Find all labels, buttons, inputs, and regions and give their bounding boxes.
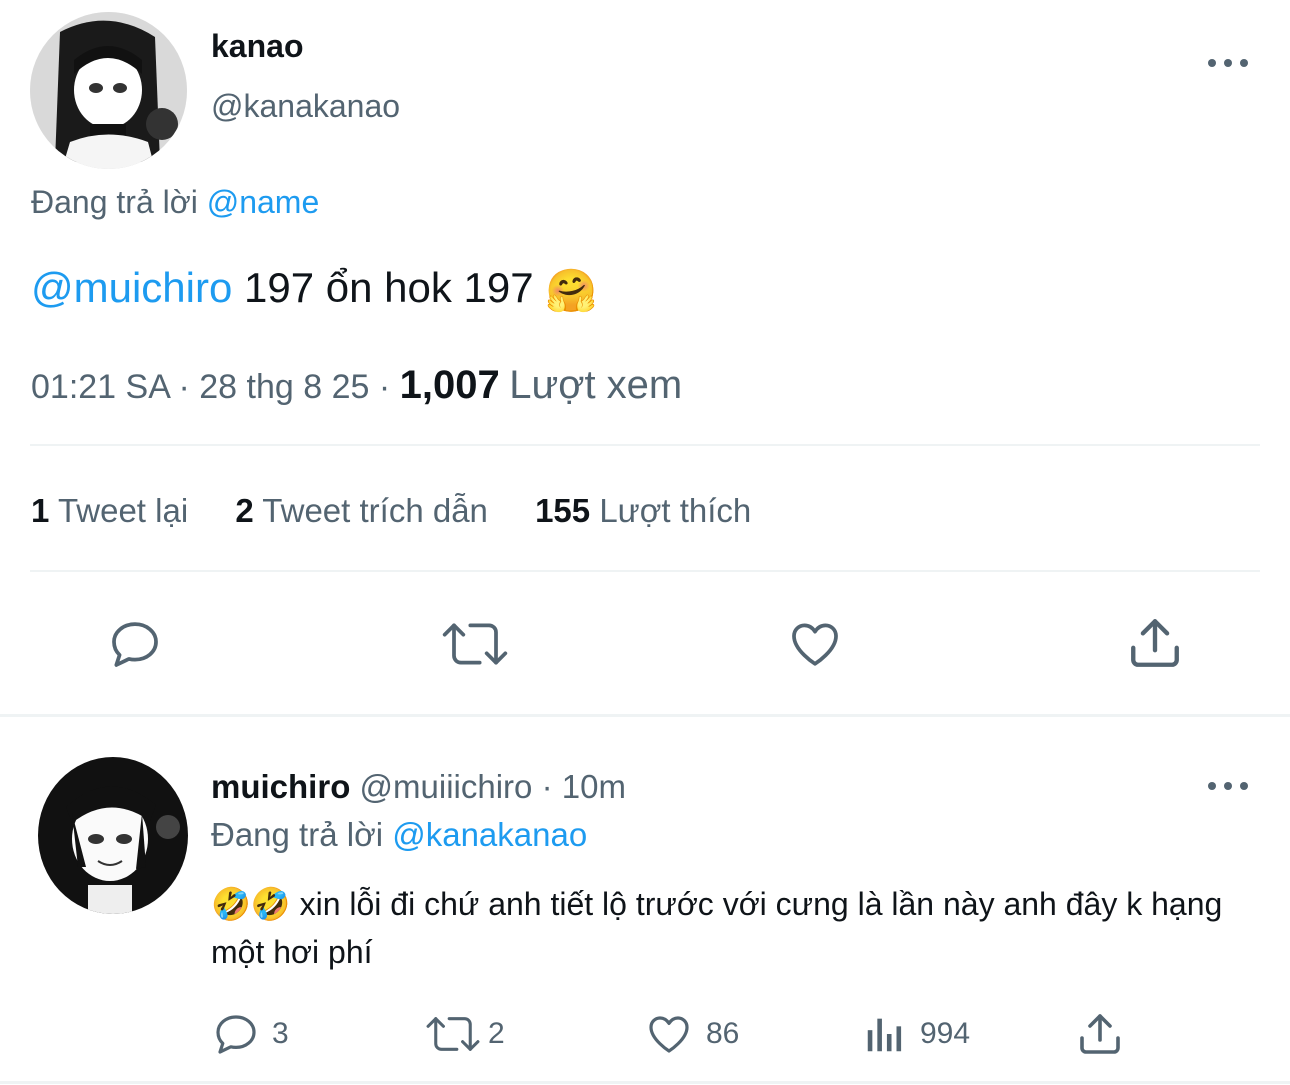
reply-time[interactable]: 10m bbox=[562, 768, 626, 805]
like-icon bbox=[649, 1016, 689, 1053]
bottom-divider bbox=[0, 1081, 1290, 1084]
replying-to-link[interactable]: @name bbox=[207, 184, 320, 220]
replying-prefix: Đang trả lời bbox=[31, 184, 198, 220]
tweet-text: @muichiro 197 ổn hok 197 🤗 bbox=[31, 262, 598, 317]
tweet-meta: 01:21 SA · 28 thg 8 25 · 1,007 Lượt xem bbox=[31, 362, 682, 410]
meta-separator: · bbox=[378, 368, 400, 406]
laughing-emoji: 🤣🤣 bbox=[211, 886, 291, 922]
reply-like-action[interactable]: 86 bbox=[644, 1010, 739, 1058]
quote-tweets-stat[interactable]: 2 Tweet trích dẫn bbox=[235, 492, 497, 529]
more-options-icon[interactable] bbox=[1208, 779, 1248, 793]
share-icon[interactable] bbox=[1126, 614, 1184, 672]
display-name[interactable]: kanao bbox=[211, 26, 303, 66]
reply-count: 3 bbox=[272, 1017, 289, 1050]
likes-stat[interactable]: 155 Lượt thích bbox=[535, 492, 751, 529]
retweet-icon[interactable] bbox=[440, 616, 510, 672]
reply-icon[interactable] bbox=[106, 616, 164, 672]
tweet-stats: 1 Tweet lại 2 Tweet trích dẫn 155 Lượt t… bbox=[31, 489, 789, 533]
more-options-icon[interactable] bbox=[1208, 56, 1248, 70]
retweet-count: 2 bbox=[488, 1017, 505, 1050]
replying-prefix: Đang trả lời bbox=[211, 816, 384, 853]
views-icon bbox=[867, 1018, 902, 1052]
reply-retweet-action[interactable]: 2 bbox=[424, 1010, 505, 1058]
user-handle[interactable]: @kanakanao bbox=[211, 86, 400, 126]
reply-reply-action[interactable]: 3 bbox=[212, 1010, 289, 1058]
like-icon[interactable] bbox=[786, 616, 844, 672]
divider bbox=[30, 570, 1260, 572]
reply-views-action[interactable]: 994 bbox=[862, 1010, 970, 1058]
views-count: 1,007 bbox=[399, 363, 500, 407]
reply-header: muichiro @muiiichiro · 10m bbox=[211, 766, 626, 808]
retweet-icon bbox=[426, 1017, 480, 1051]
meta-separator: · bbox=[178, 368, 200, 406]
mention-link[interactable]: @muichiro bbox=[31, 264, 232, 311]
reply-user-avatar[interactable] bbox=[38, 757, 188, 914]
views-label: Lượt xem bbox=[509, 363, 683, 407]
views-count: 994 bbox=[920, 1017, 971, 1050]
tweet-time[interactable]: 01:21 SA bbox=[31, 368, 169, 406]
reply-text: 🤣🤣 xin lỗi đi chứ anh tiết lộ trước với … bbox=[211, 880, 1261, 976]
tweet-date[interactable]: 28 thg 8 25 bbox=[199, 368, 369, 406]
user-avatar[interactable] bbox=[30, 12, 187, 169]
hugging-face-emoji: 🤗 bbox=[545, 266, 598, 314]
replying-to-link[interactable]: @kanakanao bbox=[392, 816, 587, 853]
reply-handle[interactable]: @muiiichiro bbox=[360, 768, 533, 805]
retweets-stat[interactable]: 1 Tweet lại bbox=[31, 492, 197, 529]
reply-share-action[interactable] bbox=[1076, 1010, 1124, 1058]
reply-display-name[interactable]: muichiro bbox=[211, 768, 350, 805]
tweet-body: 197 ổn hok 197 bbox=[244, 264, 534, 311]
reply-replying-to: Đang trả lời @kanakanao bbox=[211, 814, 587, 856]
divider bbox=[30, 444, 1260, 446]
share-icon bbox=[1080, 1014, 1120, 1054]
replying-to: Đang trả lời @name bbox=[31, 182, 319, 222]
header-separator: · bbox=[541, 768, 562, 805]
section-divider bbox=[0, 714, 1290, 717]
like-count: 86 bbox=[706, 1017, 740, 1050]
reply-icon bbox=[216, 1015, 256, 1054]
reply-body: xin lỗi đi chứ anh tiết lộ trước với cưn… bbox=[211, 886, 1223, 970]
